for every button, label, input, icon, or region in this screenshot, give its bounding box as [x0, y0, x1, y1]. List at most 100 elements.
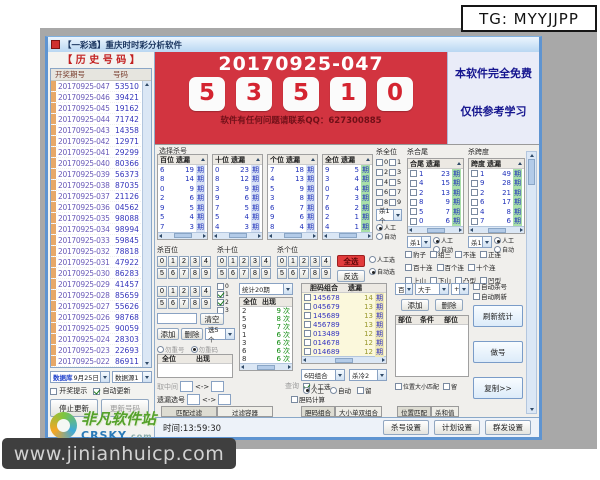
- title-bar[interactable]: 【一彩通】重庆时时彩分析软件: [48, 37, 539, 52]
- pattern-checkbox[interactable]: 百十连: [405, 262, 433, 272]
- kill-span-row[interactable]: 149期: [469, 169, 524, 179]
- omission-row[interactable]: 619期: [158, 165, 207, 175]
- digit-button[interactable]: 2: [239, 256, 249, 267]
- digit-button[interactable]: 6: [228, 268, 238, 279]
- digit-button[interactable]: 1: [168, 286, 178, 297]
- history-row[interactable]: 20170925-03498994: [51, 224, 151, 235]
- omission-row[interactable]: 26期: [158, 194, 207, 204]
- history-scrollbar[interactable]: [142, 81, 151, 367]
- tab-match-filter[interactable]: 匹配过滤: [161, 406, 217, 417]
- scroll-up-icon[interactable]: [457, 162, 461, 165]
- digit-button[interactable]: 0: [157, 256, 167, 267]
- row-checkbox[interactable]: [471, 180, 478, 187]
- history-row[interactable]: 20170925-04639421: [51, 92, 151, 103]
- scrollbar-thumb[interactable]: [528, 159, 535, 185]
- digit-button[interactable]: 5: [157, 268, 167, 279]
- row-checkbox[interactable]: [410, 170, 417, 177]
- manual-select-radio[interactable]: 人工选: [369, 255, 395, 264]
- scroll-up-icon[interactable]: [311, 158, 315, 161]
- pattern-checkbox[interactable]: 豹子: [405, 249, 426, 259]
- omission-row[interactable]: 38期: [268, 194, 317, 204]
- history-row[interactable]: 20170925-02755626: [51, 301, 151, 312]
- history-row[interactable]: 20170925-04471742: [51, 114, 151, 125]
- digit-button[interactable]: 0: [157, 286, 167, 297]
- cond-delete-button[interactable]: 删除: [435, 299, 463, 311]
- history-row[interactable]: 20170925-04519162: [51, 103, 151, 114]
- auto-refresh-checkbox[interactable]: 自动刷新: [473, 291, 507, 301]
- digit-button[interactable]: 3: [190, 256, 200, 267]
- digit-button[interactable]: 3: [250, 256, 260, 267]
- invert-select-button[interactable]: 反选: [337, 270, 365, 282]
- omission-row[interactable]: 812期: [213, 175, 262, 185]
- dan-combo-row[interactable]: 14567814期: [302, 293, 386, 302]
- h-scrollbar[interactable]: [213, 232, 262, 239]
- history-row[interactable]: 20170925-03147922: [51, 257, 151, 268]
- kill-all-digit-checkbox[interactable]: 1: [389, 158, 402, 166]
- pattern-checkbox[interactable]: 正连: [480, 249, 501, 259]
- auto-select-radio[interactable]: 自动选: [369, 267, 395, 276]
- dan-combo-row[interactable]: 04567913期: [302, 302, 386, 311]
- digit-button[interactable]: 8: [190, 268, 200, 279]
- digit-button[interactable]: 9: [201, 298, 211, 309]
- h-scrollbar[interactable]: [302, 356, 386, 363]
- history-row[interactable]: 20170925-02885659: [51, 290, 151, 301]
- history-row[interactable]: 20170925-02941457: [51, 279, 151, 290]
- kill-all-digit-checkbox[interactable]: 0: [376, 158, 389, 166]
- omission-row[interactable]: 023期: [213, 165, 262, 175]
- keep-checkbox[interactable]: 留: [443, 382, 457, 391]
- digit-button[interactable]: 7: [179, 268, 189, 279]
- pick-digit-checkbox[interactable]: 2: [217, 299, 229, 306]
- kill-all-digit-checkbox[interactable]: 2: [376, 168, 389, 176]
- tab-size-oddeven[interactable]: 大小单双组合: [335, 406, 382, 417]
- history-row[interactable]: 20170925-03956373: [51, 169, 151, 180]
- kill-tail-row[interactable]: 06期: [408, 217, 463, 227]
- no-repeat-radio[interactable]: 勿重号: [157, 344, 185, 354]
- digit-button[interactable]: 9: [201, 268, 211, 279]
- digit-button[interactable]: 2: [299, 256, 309, 267]
- digit-button[interactable]: 8: [190, 298, 200, 309]
- kill-settings-button[interactable]: 杀号设置: [383, 420, 429, 435]
- kill-all-digit-checkbox[interactable]: 5: [389, 178, 402, 186]
- omission-row[interactable]: 75期: [213, 203, 262, 213]
- scroll-down-icon[interactable]: [530, 408, 534, 411]
- dan-combo-row[interactable]: 45678913期: [302, 320, 386, 329]
- no-repeat2-radio[interactable]: 勿重码: [191, 344, 219, 354]
- kill-span-row[interactable]: 76期: [469, 217, 524, 227]
- history-row[interactable]: 20170925-03086283: [51, 268, 151, 279]
- h-scrollbar[interactable]: [158, 232, 207, 239]
- kill-span-row[interactable]: 221期: [469, 188, 524, 198]
- omission-row[interactable]: 34期: [323, 175, 372, 185]
- dan-combo-row[interactable]: 14568913期: [302, 311, 386, 320]
- history-row[interactable]: 20170925-03604562: [51, 202, 151, 213]
- pattern-checkbox[interactable]: 组三: [430, 249, 451, 259]
- pattern-checkbox[interactable]: 不连: [455, 249, 476, 259]
- dan-combo-row[interactable]: 01468912期: [302, 347, 386, 356]
- tab-dan-combo[interactable]: 胆码组合: [301, 406, 335, 417]
- history-row[interactable]: 20170925-02590059: [51, 323, 151, 334]
- kill-count-select[interactable]: 杀1个: [376, 209, 402, 221]
- row-checkbox[interactable]: [304, 321, 311, 328]
- cond-sign-select[interactable]: +: [451, 283, 469, 295]
- kill-tail-row[interactable]: 415期: [408, 179, 463, 189]
- digit-button[interactable]: 1: [288, 256, 298, 267]
- h-scrollbar[interactable]: [408, 226, 463, 233]
- row-checkbox[interactable]: [471, 170, 478, 177]
- history-row[interactable]: 20170925-03278818: [51, 246, 151, 257]
- tab-position-match[interactable]: 位置匹配: [397, 406, 431, 417]
- kill-span-row[interactable]: 48期: [469, 207, 524, 217]
- digit-button[interactable]: 3: [310, 256, 320, 267]
- dan-keep-checkbox[interactable]: 留: [357, 385, 372, 395]
- omission-row[interactable]: 41期: [323, 222, 372, 232]
- row-checkbox[interactable]: [410, 180, 417, 187]
- mid-from-input[interactable]: [180, 381, 193, 392]
- h-scrollbar[interactable]: [240, 363, 292, 370]
- dan-manual-radio[interactable]: 人工: [303, 385, 324, 395]
- digit-button[interactable]: 0: [217, 256, 227, 267]
- make-number-button[interactable]: 做号: [473, 341, 523, 363]
- history-row[interactable]: 20170925-02286911: [51, 356, 151, 367]
- omission-row[interactable]: 96期: [213, 194, 262, 204]
- row-checkbox[interactable]: [471, 218, 478, 225]
- history-row[interactable]: 20170925-03887035: [51, 180, 151, 191]
- copy-button[interactable]: 复制>>: [473, 377, 523, 399]
- scroll-up-icon[interactable]: [145, 83, 149, 86]
